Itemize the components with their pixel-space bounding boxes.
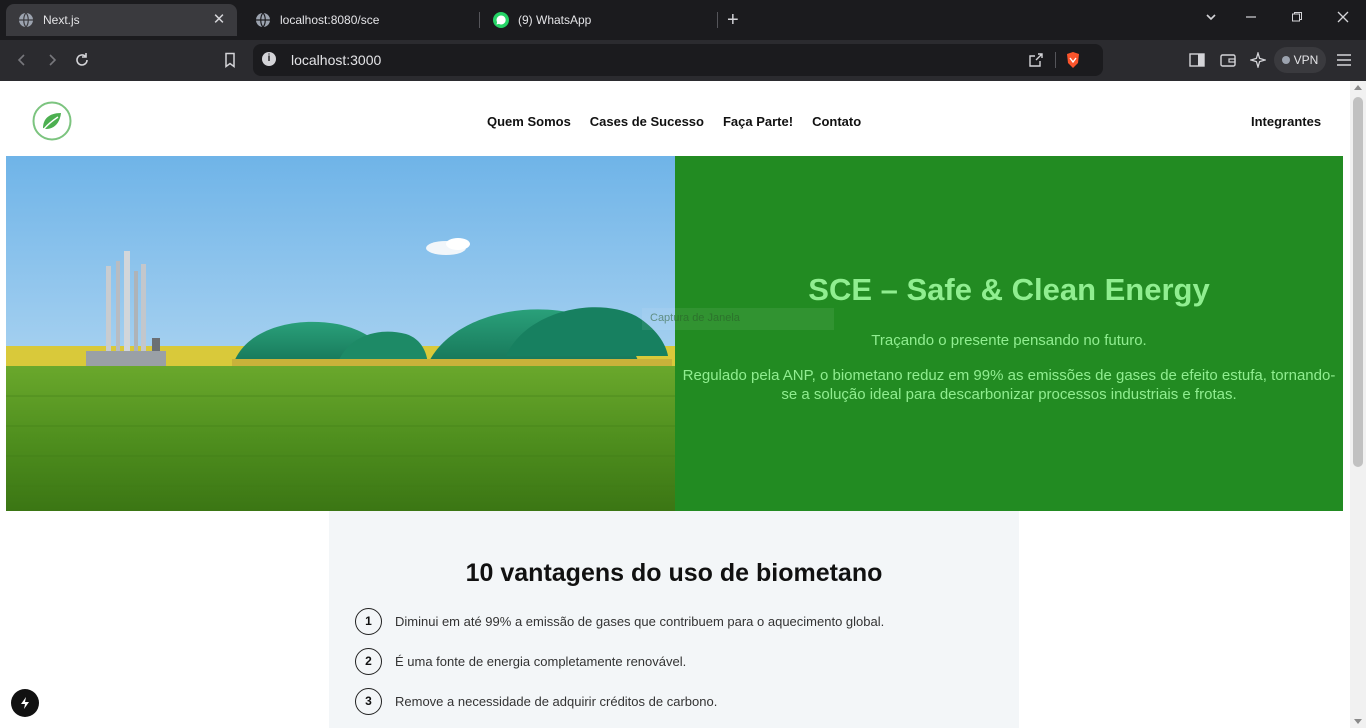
- address-bar[interactable]: i localhost:3000: [253, 44, 1103, 76]
- nav-link-integrantes[interactable]: Integrantes: [1251, 114, 1321, 129]
- main-nav: Quem Somos Cases de Sucesso Faça Parte! …: [487, 114, 861, 129]
- hero-subtitle: Traçando o presente pensando no futuro.: [871, 332, 1147, 349]
- tab-localhost-sce[interactable]: localhost:8080/sce: [243, 4, 469, 36]
- list-item: 3 Remove a necessidade de adquirir crédi…: [355, 687, 995, 715]
- wallet-icon[interactable]: [1218, 50, 1238, 70]
- advantages-list: 1 Diminui em até 99% a emissão de gases …: [355, 607, 995, 727]
- window-capture-overlay: Captura de Janela: [642, 308, 834, 330]
- globe-icon: [18, 12, 34, 28]
- page-viewport: Quem Somos Cases de Sucesso Faça Parte! …: [0, 81, 1350, 728]
- item-number-badge: 2: [355, 647, 382, 675]
- brave-shield-icon[interactable]: [1063, 50, 1083, 70]
- nav-link-cases-de-sucesso[interactable]: Cases de Sucesso: [590, 114, 704, 129]
- biogas-plant-image: [6, 156, 675, 511]
- close-tab-icon[interactable]: ✕: [211, 12, 227, 28]
- site-navbar: Quem Somos Cases de Sucesso Faça Parte! …: [6, 81, 1343, 156]
- scroll-up-icon[interactable]: [1354, 85, 1362, 90]
- item-number-badge: 3: [355, 687, 382, 715]
- item-text: É uma fonte de energia completamente ren…: [395, 653, 687, 669]
- minimize-icon[interactable]: [1241, 10, 1261, 26]
- list-item: 2 É uma fonte de energia completamente r…: [355, 647, 995, 675]
- whatsapp-icon: [493, 12, 509, 28]
- close-window-icon[interactable]: [1333, 10, 1353, 26]
- tab-search-chevron-icon[interactable]: [1201, 10, 1221, 26]
- browser-tab-bar: Next.js ✕ localhost:8080/sce (9) WhatsAp…: [0, 0, 1366, 40]
- item-text: Remove a necessidade de adquirir crédito…: [395, 693, 718, 709]
- restore-icon[interactable]: [1287, 10, 1307, 26]
- hero-text-panel: SCE – Safe & Clean Energy Traçando o pre…: [675, 156, 1343, 511]
- url-text[interactable]: localhost:3000: [291, 52, 381, 68]
- tab-nextjs[interactable]: Next.js ✕: [6, 4, 237, 36]
- hero-section: SCE – Safe & Clean Energy Traçando o pre…: [6, 156, 1343, 511]
- site-info-icon[interactable]: i: [262, 52, 276, 66]
- item-number-badge: 1: [355, 607, 382, 635]
- vpn-button[interactable]: VPN: [1274, 47, 1326, 73]
- advantages-title: 10 vantagens do uso de biometano: [465, 559, 883, 587]
- nav-link-quem-somos[interactable]: Quem Somos: [487, 114, 571, 129]
- advantages-section: 10 vantagens do uso de biometano 1 Dimin…: [329, 511, 1019, 728]
- browser-toolbar: i localhost:3000 VPN: [0, 40, 1366, 81]
- leo-ai-icon[interactable]: [1248, 50, 1268, 70]
- url-separator: [1055, 52, 1056, 68]
- sidebar-icon[interactable]: [1187, 50, 1207, 70]
- hero-description: Regulado pela ANP, o biometano reduz em …: [682, 367, 1336, 403]
- hero-title: SCE – Safe & Clean Energy: [808, 272, 1210, 307]
- forward-icon[interactable]: [42, 50, 62, 70]
- tab-title: Next.js: [43, 13, 80, 27]
- bookmark-icon[interactable]: [220, 50, 240, 70]
- reload-icon[interactable]: [72, 50, 92, 70]
- globe-icon: [255, 12, 271, 28]
- scroll-down-icon[interactable]: [1354, 719, 1362, 724]
- tab-separator: [479, 12, 480, 28]
- tab-whatsapp[interactable]: (9) WhatsApp: [481, 4, 711, 36]
- page-scrollbar[interactable]: [1350, 81, 1366, 728]
- tab-title: localhost:8080/sce: [280, 13, 380, 27]
- item-text: Diminui em até 99% a emissão de gases qu…: [395, 613, 885, 629]
- list-item: 1 Diminui em até 99% a emissão de gases …: [355, 607, 995, 635]
- scrollbar-thumb[interactable]: [1353, 97, 1363, 467]
- nextjs-dev-indicator-icon[interactable]: [11, 689, 39, 717]
- tab-separator: [717, 12, 718, 28]
- menu-icon[interactable]: [1334, 50, 1354, 70]
- nav-link-contato[interactable]: Contato: [812, 114, 861, 129]
- leaf-logo-icon[interactable]: [32, 101, 72, 141]
- new-tab-button[interactable]: +: [727, 10, 739, 30]
- tab-title: (9) WhatsApp: [518, 13, 592, 27]
- vpn-label: VPN: [1293, 53, 1319, 67]
- share-icon[interactable]: [1026, 50, 1046, 70]
- back-icon[interactable]: [12, 50, 32, 70]
- nav-link-faca-parte[interactable]: Faça Parte!: [723, 114, 793, 129]
- vpn-status-icon: [1281, 56, 1290, 64]
